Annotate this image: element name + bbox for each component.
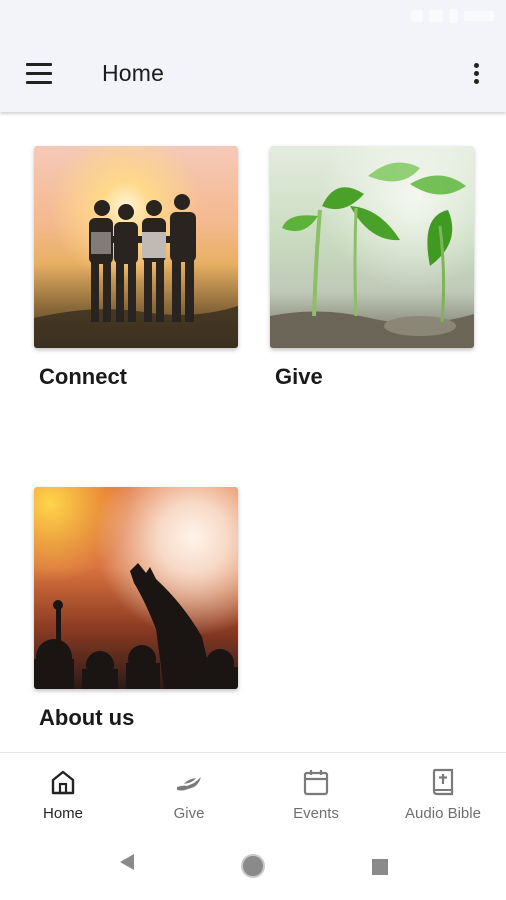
page-title: Home xyxy=(102,60,165,86)
about-us-card[interactable]: About us xyxy=(34,487,238,730)
seedlings-photo xyxy=(270,146,474,348)
wifi-icon xyxy=(429,10,443,22)
nav-item-events[interactable]: Events xyxy=(253,753,379,829)
bible-book-icon xyxy=(432,768,454,796)
nav-item-audio-bible[interactable]: Audio Bible xyxy=(380,753,506,829)
system-navigation-bar xyxy=(0,828,506,900)
clock-readout xyxy=(464,11,494,21)
recents-square-icon[interactable] xyxy=(371,858,389,876)
battery-icon xyxy=(449,9,458,23)
nav-label: Home xyxy=(42,805,83,822)
nav-item-home[interactable]: Home xyxy=(0,753,126,829)
card-label: Connect xyxy=(39,364,127,389)
worship-concert-photo xyxy=(34,487,238,689)
back-triangle-icon[interactable] xyxy=(118,852,136,872)
friends-sunset-photo xyxy=(34,146,238,348)
signal-icon xyxy=(411,10,423,22)
nav-label: Give xyxy=(173,805,205,822)
menu-button[interactable] xyxy=(20,58,60,90)
nav-label: Audio Bible xyxy=(405,805,481,822)
status-icons xyxy=(411,9,494,23)
bottom-navigation: Home Give Events Audio Bible xyxy=(0,752,506,829)
calendar-icon xyxy=(303,770,329,796)
giving-hand-icon xyxy=(177,777,201,791)
overflow-menu-button[interactable] xyxy=(464,58,488,90)
nav-label: Events xyxy=(293,805,339,822)
nav-item-give[interactable]: Give xyxy=(126,753,252,829)
home-circle-icon[interactable] xyxy=(240,853,266,879)
status-bar xyxy=(0,0,506,36)
give-card[interactable]: Give xyxy=(270,146,474,389)
connect-card[interactable]: Connect xyxy=(34,146,238,389)
card-label: Give xyxy=(275,364,323,389)
app-bar: Home xyxy=(0,36,506,112)
card-label: About us xyxy=(39,705,135,730)
home-icon xyxy=(51,770,75,795)
